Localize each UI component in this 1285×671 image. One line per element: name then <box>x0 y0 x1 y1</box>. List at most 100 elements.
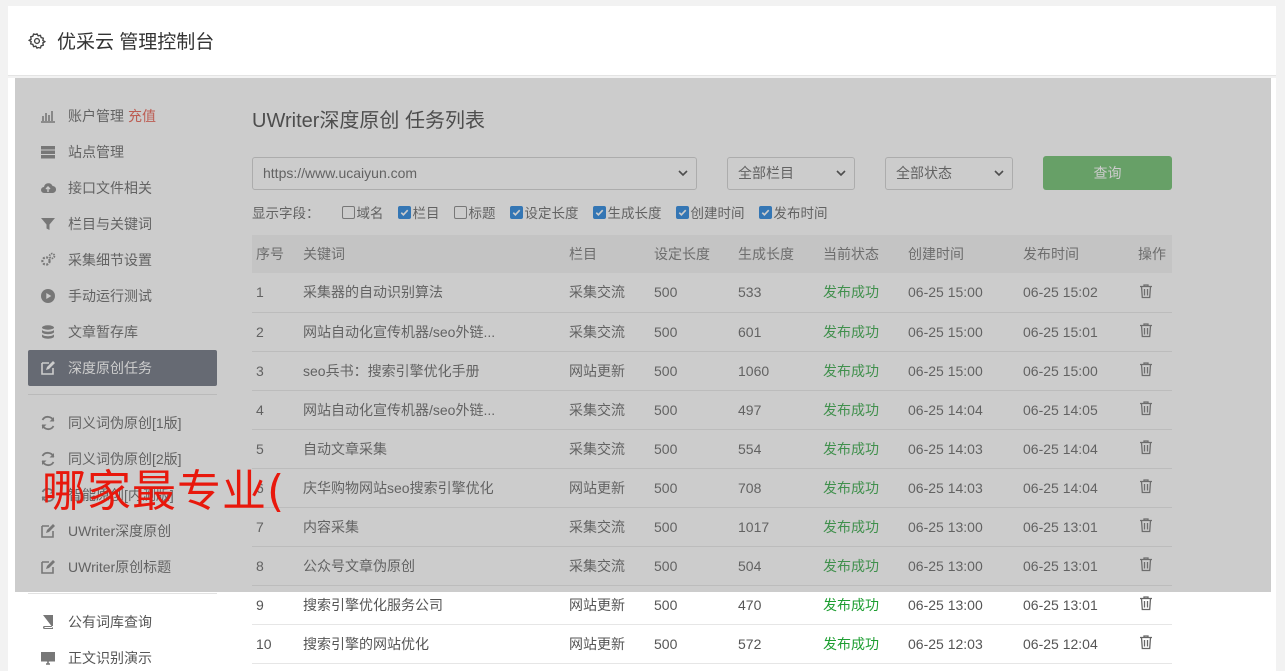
cell-row-number: 9 <box>256 596 264 613</box>
checkbox-unchecked-icon[interactable] <box>341 205 355 219</box>
cell-column: 网站更新 <box>569 362 625 379</box>
column-select[interactable]: 全部栏目 <box>727 156 855 190</box>
cell-keyword: 内容采集 <box>303 518 359 535</box>
cell-actions <box>1134 546 1172 585</box>
sidebar-item-server[interactable]: 站点管理 <box>28 134 217 170</box>
field-checkbox-label: 发布时间 <box>773 206 828 221</box>
database-icon <box>39 324 56 341</box>
site-select[interactable]: https://www.ucaiyun.com <box>252 156 697 190</box>
cell-actions <box>1134 624 1172 663</box>
sidebar-item-label: 文章暂存库 <box>68 324 138 340</box>
trash-icon[interactable] <box>1138 439 1154 455</box>
sidebar-item-play-circle[interactable]: 手动运行测试 <box>28 278 217 314</box>
top-bar: 优采云 管理控制台 <box>8 6 1276 76</box>
table-row: 4 网站自动化宣传机器/seo外链... 采集交流 500 497 发布成功 06-25 1… <box>252 390 1172 429</box>
sidebar-item-cloud-upload[interactable]: 接口文件相关 <box>28 170 217 206</box>
field-checkbox-label: 创建时间 <box>690 206 745 221</box>
task-table: 序号 关键词 栏目 设定长度 生成长度 当前状态 创建时间 发布时间 操作 1 采集器的自动识别算… <box>252 235 1172 664</box>
cell-gen-length: 504 <box>738 557 762 574</box>
cell-actions <box>1134 585 1172 624</box>
cell-gen-length: 1017 <box>738 518 770 535</box>
field-checkbox[interactable]: 域名 <box>341 202 384 222</box>
trash-icon[interactable] <box>1138 634 1154 650</box>
gear-icon <box>27 32 47 50</box>
field-checkbox-label: 栏目 <box>412 206 440 221</box>
gears-icon <box>39 252 56 269</box>
status-select[interactable]: 全部状态 <box>885 156 1013 190</box>
checkbox-checked-icon[interactable] <box>509 205 523 219</box>
monitor-icon <box>39 650 56 667</box>
sidebar-item-filter[interactable]: 栏目与关键词 <box>28 206 217 242</box>
sidebar-item-edit[interactable]: 深度原创任务 <box>28 350 217 386</box>
cell-published-time: 06-25 15:01 <box>1023 323 1098 340</box>
cell-actions <box>1134 390 1172 429</box>
cell-actions <box>1134 273 1172 312</box>
checkbox-unchecked-icon[interactable] <box>453 205 467 219</box>
trash-icon[interactable] <box>1138 478 1154 494</box>
query-button[interactable]: 查询 <box>1043 156 1172 190</box>
table-row: 8 公众号文章伪原创 采集交流 500 504 发布成功 06-25 13:00 06-25 … <box>252 546 1172 585</box>
watermark-text: 哪家最专业( <box>42 466 286 517</box>
table-row: 10 搜索引擎的网站优化 网站更新 500 572 发布成功 06-25 12:03 06-2… <box>252 624 1172 663</box>
column-header: 序号 <box>256 246 284 262</box>
field-checkbox[interactable]: 设定长度 <box>509 202 579 222</box>
trash-icon[interactable] <box>1138 361 1154 377</box>
trash-icon[interactable] <box>1138 595 1154 611</box>
cell-row-number: 1 <box>256 284 264 301</box>
sidebar-item-edit[interactable]: UWriter原创标题 <box>28 549 217 585</box>
column-select-value: 全部栏目 <box>738 165 794 181</box>
recharge-link[interactable]: 充值 <box>128 106 156 126</box>
sidebar-item-gears[interactable]: 采集细节设置 <box>28 242 217 278</box>
sidebar-item-label: UWriter深度原创 <box>68 523 172 539</box>
cell-created-time: 06-25 15:00 <box>908 362 983 379</box>
cell-set-length: 500 <box>654 362 678 379</box>
checkbox-checked-icon[interactable] <box>397 205 411 219</box>
sidebar-item-refresh[interactable]: 同义词伪原创[1版] <box>28 405 217 441</box>
table-row: 1 采集器的自动识别算法 采集交流 500 533 发布成功 06-25 15:00 06-2… <box>252 273 1172 312</box>
app-title: 优采云 管理控制台 <box>57 32 215 53</box>
sidebar-item-database[interactable]: 文章暂存库 <box>28 314 217 350</box>
checkbox-checked-icon[interactable] <box>758 205 772 219</box>
checkbox-checked-icon[interactable] <box>592 205 606 219</box>
trash-icon[interactable] <box>1138 283 1154 299</box>
edit-icon <box>39 559 56 576</box>
trash-icon[interactable] <box>1138 517 1154 533</box>
field-checkbox-label: 标题 <box>468 206 496 221</box>
cell-created-time: 06-25 14:04 <box>908 401 983 418</box>
cell-created-time: 06-25 13:00 <box>908 518 983 535</box>
sidebar-item-monitor[interactable]: 正文识别演示 <box>28 640 217 671</box>
cell-column: 采集交流 <box>569 284 625 301</box>
edit-icon <box>39 360 56 377</box>
cell-set-length: 500 <box>654 518 678 535</box>
trash-icon[interactable] <box>1138 556 1154 572</box>
field-checkbox[interactable]: 标题 <box>453 202 496 222</box>
cell-gen-length: 470 <box>738 596 762 613</box>
sidebar-item-book[interactable]: 公有词库查询 <box>28 604 217 640</box>
page-title: UWriter深度原创 任务列表 <box>252 110 485 132</box>
cell-keyword: 采集器的自动识别算法 <box>303 284 443 301</box>
cell-keyword: seo兵书：搜索引擎优化手册 <box>303 362 480 379</box>
trash-icon[interactable] <box>1138 322 1154 338</box>
field-checkbox[interactable]: 栏目 <box>397 202 440 222</box>
cell-set-length: 500 <box>654 440 678 457</box>
sidebar-item-bar-chart[interactable]: 账户管理 充值 <box>28 98 217 134</box>
filter-bar: https://www.ucaiyun.com 全部栏目 全部状态 查询 <box>252 156 1172 190</box>
cell-published-time: 06-25 13:01 <box>1023 518 1098 535</box>
cell-set-length: 500 <box>654 323 678 340</box>
divider <box>28 394 217 395</box>
column-header: 关键词 <box>303 246 345 262</box>
cell-actions <box>1134 429 1172 468</box>
cell-keyword: 网站自动化宣传机器/seo外链... <box>303 323 496 340</box>
cell-keyword: 公众号文章伪原创 <box>303 557 415 574</box>
field-checkbox[interactable]: 生成长度 <box>592 202 662 222</box>
bar-chart-icon <box>39 108 56 125</box>
field-checkbox[interactable]: 发布时间 <box>758 202 828 222</box>
field-checkbox[interactable]: 创建时间 <box>675 202 745 222</box>
cell-published-time: 06-25 14:05 <box>1023 401 1098 418</box>
cell-column: 网站更新 <box>569 479 625 496</box>
checkbox-checked-icon[interactable] <box>675 205 689 219</box>
table-row: 5 自动文章采集 采集交流 500 554 发布成功 06-25 14:03 06-25 14… <box>252 429 1172 468</box>
cell-set-length: 500 <box>654 284 678 301</box>
trash-icon[interactable] <box>1138 400 1154 416</box>
cell-status: 发布成功 <box>823 635 879 652</box>
